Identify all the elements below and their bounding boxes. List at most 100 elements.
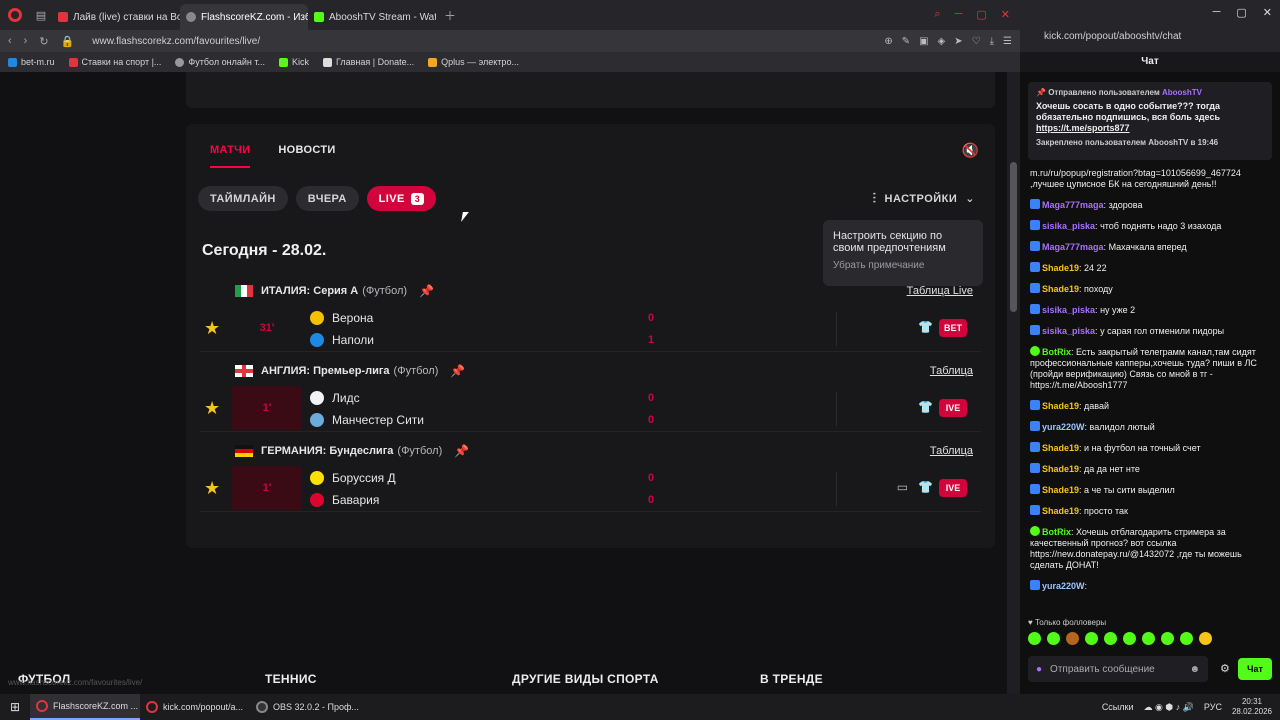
bet-button[interactable]: BET xyxy=(939,319,967,337)
standings-link[interactable]: Таблица xyxy=(930,445,973,457)
bookmark-item[interactable]: Ставки на спорт |... xyxy=(68,57,161,67)
forward-icon[interactable]: › xyxy=(24,35,28,47)
download-icon[interactable]: ⤓ xyxy=(990,36,994,47)
league-name[interactable]: ИТАЛИЯ: Серия А xyxy=(261,285,358,297)
filter-timeline-button[interactable]: ТАЙМЛАЙН xyxy=(198,186,288,211)
filter-live-button[interactable]: LIVE 3 xyxy=(366,186,437,211)
tv-icon[interactable]: ▭ xyxy=(897,480,908,494)
taskbar-item[interactable]: FlashscoreKZ.com ... xyxy=(30,694,140,720)
shirt-icon[interactable]: 👕 xyxy=(918,320,933,334)
emote-icon[interactable] xyxy=(1161,632,1174,645)
send-icon[interactable]: ➤ xyxy=(954,36,962,47)
league-name[interactable]: АНГЛИЯ: Премьер-лига xyxy=(261,365,390,377)
maximize-button[interactable]: ▢ xyxy=(976,8,986,21)
close-button[interactable]: ✕ xyxy=(1001,8,1010,21)
send-chat-button[interactable]: Чат xyxy=(1238,658,1272,680)
emote-icon[interactable] xyxy=(1142,632,1155,645)
pin-icon[interactable]: ✎ xyxy=(902,36,910,47)
tray-links[interactable]: Ссылки xyxy=(1102,702,1134,712)
chat-username[interactable]: yura220W xyxy=(1042,581,1085,591)
bookmark-item[interactable]: Футбол онлайн т... xyxy=(175,57,265,67)
bookmark-item[interactable]: Главная | Donate... xyxy=(322,57,414,67)
shirt-icon[interactable]: 👕 xyxy=(918,400,933,414)
emote-icon[interactable] xyxy=(1104,632,1117,645)
minimize-button[interactable]: ─ xyxy=(1213,6,1221,19)
chat-username[interactable]: sisika_piska xyxy=(1042,326,1095,336)
chat-username[interactable]: Maga777maga xyxy=(1042,200,1104,210)
reload-icon[interactable]: ↻ xyxy=(39,35,48,48)
filter-yesterday-button[interactable]: ВЧЕРА xyxy=(295,186,359,211)
clock[interactable]: 20:31 28.02.2026 xyxy=(1232,697,1272,717)
bookmark-item[interactable]: Kick xyxy=(278,57,309,67)
chat-username[interactable]: Shade19 xyxy=(1042,506,1079,516)
chat-username[interactable]: sisika_piska xyxy=(1042,221,1095,231)
chat-url[interactable]: kick.com/popout/abooshtv/chat xyxy=(1044,31,1181,42)
opera-menu-button[interactable] xyxy=(0,0,30,30)
settings-button[interactable]: ⫶ НАСТРОЙКИ ⌄ xyxy=(873,190,976,207)
emote-icon[interactable] xyxy=(1199,632,1212,645)
chat-username[interactable]: Shade19 xyxy=(1042,284,1079,294)
bookmark-item[interactable]: bet-m.ru xyxy=(8,57,55,67)
match-row[interactable]: ★ 1' Лидс Манчестер Сити 0 0 👕 IVE xyxy=(200,386,981,432)
windows-start-icon[interactable]: ⊞ xyxy=(0,700,30,714)
emote-icon[interactable] xyxy=(1066,632,1079,645)
pin-icon[interactable]: 📌 xyxy=(450,364,465,378)
browser-tab-3[interactable]: AbooshTV Stream - Watch xyxy=(308,4,436,30)
chat-username[interactable]: BotRix xyxy=(1042,527,1071,537)
emote-icon[interactable] xyxy=(1028,632,1041,645)
standings-link[interactable]: Таблица Live xyxy=(907,285,973,297)
tab-list-icon[interactable]: ▤ xyxy=(30,0,52,30)
footer-trending-link[interactable]: В ТРЕНДЕ xyxy=(760,672,823,686)
chat-username[interactable]: Shade19 xyxy=(1042,263,1079,273)
tab-news[interactable]: НОВОСТИ xyxy=(278,144,335,168)
chat-username[interactable]: yura220W xyxy=(1042,422,1085,432)
match-row[interactable]: ★ 1' Боруссия Д Бавария 0 0 ▭ 👕 IVE xyxy=(200,466,981,512)
chat-message-input[interactable]: ● Отправить сообщение ☻ xyxy=(1028,656,1208,682)
shield-icon[interactable]: ◈ xyxy=(938,36,946,47)
gear-icon[interactable]: ⚙ xyxy=(1220,662,1230,675)
emote-icon[interactable] xyxy=(1123,632,1136,645)
live-stream-button[interactable]: IVE xyxy=(939,479,967,497)
emote-icon[interactable] xyxy=(1180,632,1193,645)
pin-icon[interactable]: 📌 xyxy=(419,284,434,298)
match-row[interactable]: ★ 31' Верона Наполи 0 1 👕 BET xyxy=(200,306,981,352)
chat-username[interactable]: sisika_piska xyxy=(1042,305,1095,315)
chat-username[interactable]: BotRix xyxy=(1042,347,1071,357)
snapshot-icon[interactable]: ▣ xyxy=(919,36,928,47)
new-tab-button[interactable]: ＋ xyxy=(444,7,456,24)
chat-username[interactable]: Maga777maga xyxy=(1042,242,1104,252)
emote-icon[interactable] xyxy=(1047,632,1060,645)
footer-other-sports-link[interactable]: ДРУГИЕ ВИДЫ СПОРТА xyxy=(512,672,659,686)
search-icon[interactable]: ⌕ xyxy=(934,8,940,21)
favorite-star-icon[interactable]: ★ xyxy=(204,478,220,499)
url-input[interactable]: www.flashscorekz.com/favourites/live/ xyxy=(92,36,260,47)
taskbar-item[interactable]: OBS 32.0.2 - Проф... xyxy=(250,694,360,720)
favorite-star-icon[interactable]: ★ xyxy=(204,318,220,339)
emoji-icon[interactable]: ☻ xyxy=(1189,664,1200,675)
chat-username[interactable]: Shade19 xyxy=(1042,485,1079,495)
maximize-button[interactable]: ▢ xyxy=(1236,6,1246,19)
minimize-button[interactable]: ─ xyxy=(955,8,963,21)
zoom-icon[interactable]: ⊕ xyxy=(884,36,892,47)
browser-tab-1[interactable]: Лайв (live) ставки на Вол xyxy=(52,4,180,30)
pin-icon[interactable]: 📌 xyxy=(454,444,469,458)
taskbar-item[interactable]: kick.com/popout/a... xyxy=(140,694,250,720)
live-stream-button[interactable]: IVE xyxy=(939,399,967,417)
heart-icon[interactable]: ♡ xyxy=(972,36,981,47)
mute-icon[interactable]: 🔇 xyxy=(962,142,979,159)
favorite-star-icon[interactable]: ★ xyxy=(204,398,220,419)
league-name[interactable]: ГЕРМАНИЯ: Бундеслига xyxy=(261,445,393,457)
tab-matches[interactable]: МАТЧИ xyxy=(210,144,251,168)
tray-icons[interactable]: ☁ ◉ ⬢ ♪ 🔊 xyxy=(1144,702,1194,713)
bookmark-item[interactable]: Qplus — электро... xyxy=(428,57,519,67)
close-button[interactable]: ✕ xyxy=(1263,6,1272,19)
footer-tennis-link[interactable]: ТЕННИС xyxy=(265,672,317,686)
emote-icon[interactable] xyxy=(1085,632,1098,645)
chat-username[interactable]: Shade19 xyxy=(1042,464,1079,474)
chat-username[interactable]: Shade19 xyxy=(1042,443,1079,453)
menu-icon[interactable]: ☰ xyxy=(1003,36,1012,47)
back-icon[interactable]: ‹ xyxy=(8,35,12,47)
browser-tab-2[interactable]: FlashscoreKZ.com - Избр xyxy=(180,4,308,30)
chat-username[interactable]: Shade19 xyxy=(1042,401,1079,411)
standings-link[interactable]: Таблица xyxy=(930,365,973,377)
